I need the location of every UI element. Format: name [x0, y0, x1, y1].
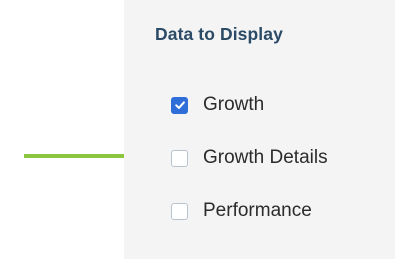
checkbox-growth[interactable] — [171, 96, 188, 114]
option-growth[interactable]: Growth — [171, 93, 264, 117]
option-performance[interactable]: Performance — [171, 199, 312, 223]
checkbox-growth-details[interactable] — [171, 149, 188, 167]
option-label-growth: Growth — [203, 94, 265, 115]
option-label-growth-details: Growth Details — [203, 147, 328, 168]
data-to-display-panel: Data to Display Growth Growth Details Pe… — [124, 0, 395, 259]
screenshot-stage: Data to Display Growth Growth Details Pe… — [0, 0, 395, 259]
option-growth-details[interactable]: Growth Details — [171, 146, 328, 170]
option-label-performance: Performance — [203, 200, 312, 221]
panel-title: Data to Display — [155, 24, 283, 44]
checkbox-performance[interactable] — [171, 202, 188, 220]
checkmark-icon — [174, 101, 185, 109]
